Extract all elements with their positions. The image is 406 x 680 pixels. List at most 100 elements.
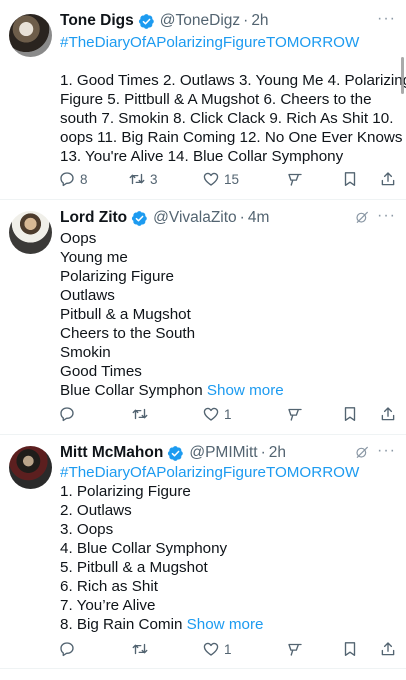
retweet-icon: [131, 640, 149, 658]
tweet-text: #TheDiaryOfAPolarizingFigureTOMORROW 1. …: [60, 33, 406, 166]
tweet-text: Oops Young me Polarizing Figure Outlaws …: [60, 229, 400, 400]
share-icon: [379, 640, 397, 658]
verified-badge-icon: [131, 210, 148, 227]
tweet-text-line: 8. Big Rain Comin: [60, 616, 183, 633]
separator-dot: ·: [260, 444, 266, 461]
retweet-icon: [128, 170, 146, 188]
retweet-button[interactable]: [131, 640, 153, 658]
heart-icon: [202, 405, 220, 423]
tweet-header: Mitt McMahon @PMIMitt · 2h ···: [60, 442, 396, 464]
tweet-text-line: Smokin: [60, 344, 111, 361]
tweet-text-line: 1. Polarizing Figure: [60, 483, 191, 500]
tweet[interactable]: Lord Zito @VivalaZito · 4m ··· Oops Youn…: [0, 200, 406, 434]
separator-dot: ·: [243, 12, 249, 29]
views-button[interactable]: [286, 170, 304, 188]
grok-icon[interactable]: [354, 209, 370, 225]
display-name[interactable]: Tone Digs: [60, 12, 134, 30]
retweet-button[interactable]: [131, 405, 153, 423]
timestamp[interactable]: 2h: [251, 12, 268, 30]
tweet-text-line: Pitbull & a Mugshot: [60, 306, 191, 323]
tweet-text-line: 7. You’re Alive: [60, 597, 156, 614]
like-button[interactable]: 15: [202, 170, 239, 188]
verified-badge-icon: [167, 445, 184, 462]
more-options-icon[interactable]: ···: [377, 442, 396, 460]
action-bar: 1: [58, 405, 396, 425]
separator-dot: ·: [239, 209, 245, 226]
bookmark-button[interactable]: [341, 405, 359, 423]
tweet-text-line: 13. You're Alive 14. Blue Collar Symphon…: [60, 148, 344, 165]
grok-icon[interactable]: [354, 444, 370, 460]
share-button[interactable]: [379, 170, 397, 188]
share-icon: [379, 405, 397, 423]
tweet-text-line: 6. Rich as Shit: [60, 578, 158, 595]
tweet-text-line: Polarizing Figure: [60, 268, 174, 285]
reply-button[interactable]: 8: [58, 170, 88, 188]
like-count: 1: [224, 641, 232, 657]
heart-icon: [202, 640, 220, 658]
timestamp[interactable]: 4m: [248, 209, 270, 227]
scrollbar[interactable]: [401, 57, 404, 94]
tweet-text-line: 2. Outlaws: [60, 502, 132, 519]
share-button[interactable]: [379, 640, 397, 658]
like-button[interactable]: 1: [202, 640, 232, 658]
tweet-text-line: south 7. Smokin 8. Click Clack 9. Rich A…: [60, 110, 394, 127]
user-handle[interactable]: @VivalaZito: [153, 209, 237, 227]
more-options-icon[interactable]: ···: [377, 10, 396, 28]
avatar[interactable]: [9, 211, 52, 254]
views-icon: [286, 640, 304, 658]
tweet[interactable]: Tone Digs @ToneDigz · 2h ··· #TheDiaryOf…: [0, 0, 406, 199]
tweet[interactable]: Mitt McMahon @PMIMitt · 2h ··· #TheDiary…: [0, 435, 406, 680]
bookmark-icon: [341, 405, 359, 423]
tweet-text-line: Outlaws: [60, 287, 115, 304]
tweet-text-line: Good Times: [60, 363, 142, 380]
bookmark-button[interactable]: [341, 170, 359, 188]
bookmark-icon: [341, 640, 359, 658]
reply-count: 8: [80, 171, 88, 187]
tweet-text-line: Oops: [60, 230, 97, 247]
tweet-header: Tone Digs @ToneDigz · 2h ···: [60, 10, 396, 32]
tweet-text-line: Cheers to the South: [60, 325, 196, 342]
views-button[interactable]: [286, 405, 304, 423]
show-more-link[interactable]: Show more: [187, 616, 264, 633]
tweet-text-line: Blue Collar Symphon: [60, 382, 203, 399]
bookmark-button[interactable]: [341, 640, 359, 658]
timestamp[interactable]: 2h: [269, 444, 286, 462]
bookmark-icon: [341, 170, 359, 188]
hashtag-link[interactable]: #TheDiaryOfAPolarizingFigureTOMORROW: [60, 33, 400, 52]
user-handle[interactable]: @PMIMitt: [189, 444, 257, 462]
tweet-text-line: 3. Oops: [60, 521, 114, 538]
retweet-icon: [131, 405, 149, 423]
reply-button[interactable]: [58, 405, 80, 423]
heart-icon: [202, 170, 220, 188]
more-options-icon[interactable]: ···: [377, 207, 396, 225]
hashtag-link[interactable]: #TheDiaryOfAPolarizingFigureTOMORROW: [60, 463, 400, 482]
tweet-text-line: 5. Pitbull & a Mugshot: [60, 559, 208, 576]
views-icon: [286, 405, 304, 423]
views-button[interactable]: [286, 640, 304, 658]
retweet-button[interactable]: 3: [128, 170, 158, 188]
share-button[interactable]: [379, 405, 397, 423]
tweet-text-line: 4. Blue Collar Symphony: [60, 540, 228, 557]
tweet-text-line: Figure 5. Pittbull & A Mugshot 6. Cheers…: [60, 91, 372, 108]
share-icon: [379, 170, 397, 188]
reply-icon: [58, 640, 76, 658]
tweet-text-line: Young me: [60, 249, 128, 266]
reply-button[interactable]: [58, 640, 80, 658]
like-count: 1: [224, 406, 232, 422]
avatar[interactable]: [9, 14, 52, 57]
action-bar: 8 3 15: [58, 170, 396, 190]
divider: [0, 668, 406, 669]
like-count: 15: [224, 171, 240, 187]
user-handle[interactable]: @ToneDigz: [160, 12, 240, 30]
show-more-link[interactable]: Show more: [207, 382, 284, 399]
display-name[interactable]: Lord Zito: [60, 209, 127, 227]
tweet-text: #TheDiaryOfAPolarizingFigureTOMORROW 1. …: [60, 463, 400, 634]
retweet-count: 3: [150, 171, 158, 187]
reply-icon: [58, 170, 76, 188]
tweet-text-line: oops 11. Big Rain Coming 12. No One Ever…: [60, 129, 403, 146]
action-bar: 1: [58, 640, 396, 660]
like-button[interactable]: 1: [202, 405, 232, 423]
display-name[interactable]: Mitt McMahon: [60, 444, 163, 462]
avatar[interactable]: [9, 446, 52, 489]
reply-icon: [58, 405, 76, 423]
